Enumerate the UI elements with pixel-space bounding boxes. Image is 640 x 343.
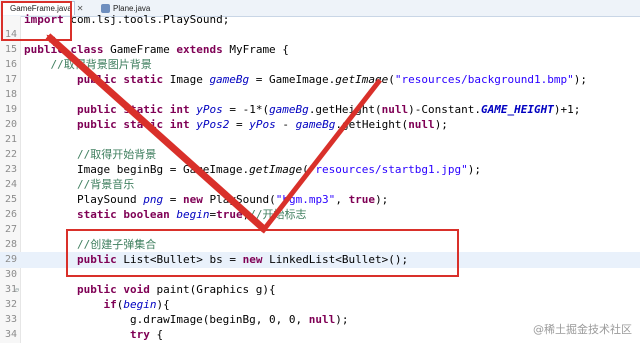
annotation-arrow-to-tab — [45, 33, 268, 233]
annotation-arrow-from-box — [260, 78, 382, 234]
watermark: @稀土掘金技术社区 — [533, 323, 632, 336]
annotation-arrows — [45, 33, 382, 234]
